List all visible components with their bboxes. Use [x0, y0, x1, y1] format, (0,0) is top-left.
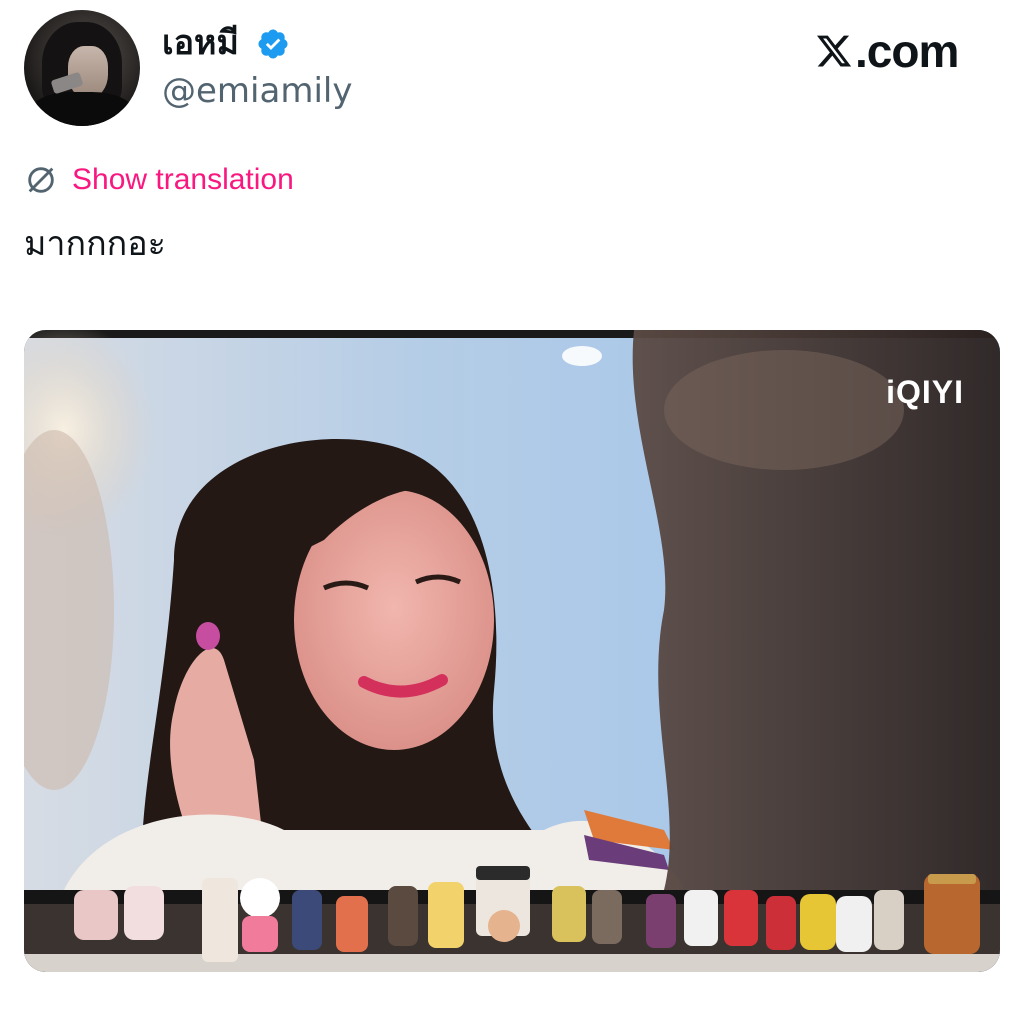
- avatar-face: [68, 46, 108, 98]
- show-translation-link[interactable]: Show translation: [72, 160, 294, 200]
- tv-screen-photo: [24, 330, 1000, 972]
- x-logo-icon: [816, 35, 852, 67]
- verified-badge-icon: [258, 29, 288, 59]
- author-handle[interactable]: @emiamily: [162, 70, 352, 112]
- x-brand: .com: [815, 25, 959, 77]
- author-display-name[interactable]: เอหมี: [162, 22, 239, 64]
- post-photo[interactable]: iQIYI: [24, 330, 1000, 972]
- author-avatar[interactable]: [24, 10, 140, 126]
- translate-row[interactable]: Show translation: [24, 160, 294, 200]
- post-text: มากกกอะ: [24, 224, 166, 264]
- translate-globe-icon: [28, 167, 54, 193]
- avatar-coat: [30, 92, 134, 126]
- x-brand-text: .com: [855, 25, 959, 77]
- iqiyi-watermark: iQIYI: [886, 374, 964, 410]
